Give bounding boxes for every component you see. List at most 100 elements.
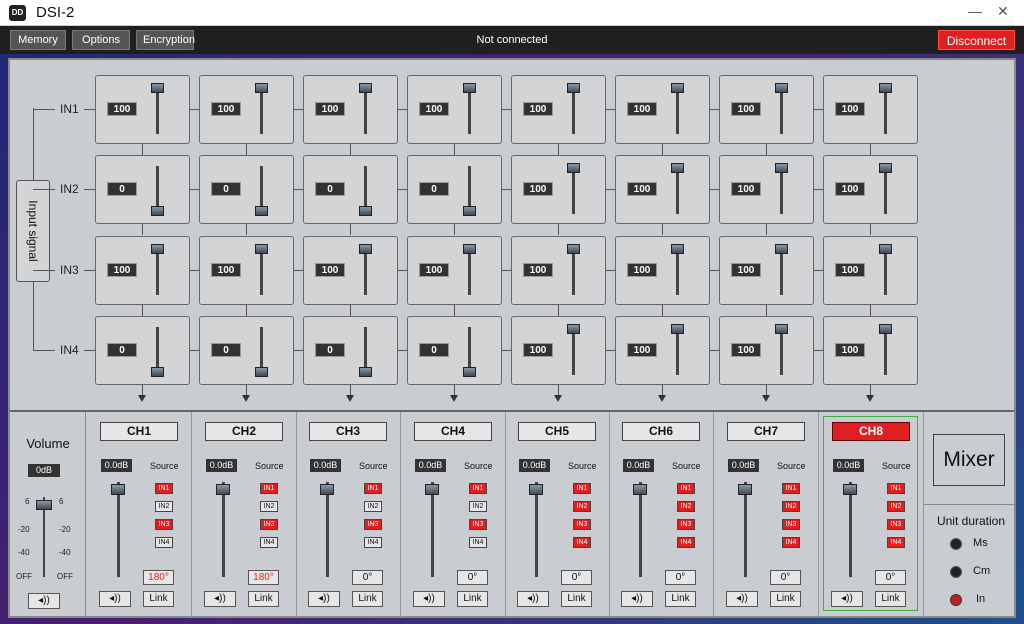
- gain-slider-knob[interactable]: [879, 324, 892, 334]
- gain-slider-knob[interactable]: [775, 163, 788, 173]
- gain-slider-track[interactable]: [156, 86, 159, 134]
- source-in1-button[interactable]: IN1: [677, 483, 695, 494]
- source-in1-button[interactable]: IN1: [155, 483, 173, 494]
- speaker-icon[interactable]: ◂)): [204, 591, 236, 607]
- source-in2-button[interactable]: IN2: [155, 501, 173, 512]
- gain-slider-knob[interactable]: [671, 163, 684, 173]
- gain-slider-knob[interactable]: [567, 163, 580, 173]
- gain-slider-track[interactable]: [780, 86, 783, 134]
- phase-button[interactable]: 180°: [248, 570, 279, 585]
- gain-slider-knob[interactable]: [775, 83, 788, 93]
- source-in2-button[interactable]: IN2: [364, 501, 382, 512]
- channel-fader-track[interactable]: [431, 482, 434, 577]
- channel-fader-track[interactable]: [117, 482, 120, 577]
- gain-slider-knob[interactable]: [671, 324, 684, 334]
- gain-slider-track[interactable]: [364, 86, 367, 134]
- gain-slider-track[interactable]: [780, 327, 783, 375]
- link-button[interactable]: Link: [457, 591, 488, 607]
- phase-button[interactable]: 0°: [665, 570, 696, 585]
- gain-slider-knob[interactable]: [359, 367, 372, 377]
- gain-slider-track[interactable]: [572, 247, 575, 295]
- gain-slider-track[interactable]: [884, 166, 887, 214]
- source-in3-button[interactable]: IN3: [677, 519, 695, 530]
- source-in4-button[interactable]: IN4: [260, 537, 278, 548]
- gain-slider-knob[interactable]: [151, 83, 164, 93]
- source-in4-button[interactable]: IN4: [782, 537, 800, 548]
- gain-slider-track[interactable]: [676, 327, 679, 375]
- gain-slider-track[interactable]: [676, 86, 679, 134]
- phase-button[interactable]: 0°: [875, 570, 906, 585]
- gain-slider-track[interactable]: [260, 247, 263, 295]
- link-button[interactable]: Link: [665, 591, 696, 607]
- channel-fader-knob[interactable]: [320, 484, 334, 495]
- source-in3-button[interactable]: IN3: [364, 519, 382, 530]
- channel-button-ch3[interactable]: CH3: [309, 422, 387, 441]
- gain-slider-track[interactable]: [780, 247, 783, 295]
- channel-button-ch4[interactable]: CH4: [414, 422, 492, 441]
- source-in1-button[interactable]: IN1: [573, 483, 591, 494]
- gain-slider-knob[interactable]: [567, 83, 580, 93]
- channel-fader-track[interactable]: [222, 482, 225, 577]
- phase-button[interactable]: 0°: [457, 570, 488, 585]
- channel-fader-track[interactable]: [326, 482, 329, 577]
- gain-slider-track[interactable]: [260, 86, 263, 134]
- source-in3-button[interactable]: IN3: [260, 519, 278, 530]
- gain-slider-knob[interactable]: [671, 83, 684, 93]
- gain-slider-knob[interactable]: [567, 244, 580, 254]
- phase-button[interactable]: 0°: [770, 570, 801, 585]
- channel-fader-knob[interactable]: [111, 484, 125, 495]
- gain-slider-knob[interactable]: [463, 367, 476, 377]
- unit-radio-ms[interactable]: [950, 538, 962, 550]
- gain-slider-knob[interactable]: [359, 244, 372, 254]
- speaker-icon[interactable]: ◂)): [413, 591, 445, 607]
- speaker-icon[interactable]: ◂)): [831, 591, 863, 607]
- gain-slider-track[interactable]: [156, 247, 159, 295]
- gain-slider-knob[interactable]: [359, 83, 372, 93]
- source-in1-button[interactable]: IN1: [364, 483, 382, 494]
- source-in2-button[interactable]: IN2: [887, 501, 905, 512]
- source-in3-button[interactable]: IN3: [155, 519, 173, 530]
- channel-fader-knob[interactable]: [216, 484, 230, 495]
- gain-slider-knob[interactable]: [775, 244, 788, 254]
- source-in4-button[interactable]: IN4: [677, 537, 695, 548]
- speaker-icon[interactable]: ◂)): [28, 593, 60, 609]
- speaker-icon[interactable]: ◂)): [621, 591, 653, 607]
- source-in1-button[interactable]: IN1: [887, 483, 905, 494]
- gain-slider-track[interactable]: [572, 166, 575, 214]
- channel-fader-track[interactable]: [535, 482, 538, 577]
- source-in1-button[interactable]: IN1: [782, 483, 800, 494]
- gain-slider-knob[interactable]: [151, 206, 164, 216]
- gain-slider-knob[interactable]: [151, 367, 164, 377]
- speaker-icon[interactable]: ◂)): [308, 591, 340, 607]
- gain-slider-knob[interactable]: [151, 244, 164, 254]
- channel-button-ch5[interactable]: CH5: [518, 422, 596, 441]
- link-button[interactable]: Link: [352, 591, 383, 607]
- channel-fader-knob[interactable]: [738, 484, 752, 495]
- speaker-icon[interactable]: ◂)): [726, 591, 758, 607]
- source-in2-button[interactable]: IN2: [677, 501, 695, 512]
- minimize-button[interactable]: —: [968, 3, 982, 19]
- close-button[interactable]: ✕: [997, 3, 1009, 20]
- channel-fader-knob[interactable]: [529, 484, 543, 495]
- gain-slider-track[interactable]: [572, 86, 575, 134]
- link-button[interactable]: Link: [143, 591, 174, 607]
- unit-radio-in[interactable]: [950, 594, 962, 606]
- volume-slider-knob[interactable]: [36, 500, 52, 510]
- gain-slider-knob[interactable]: [359, 206, 372, 216]
- source-in4-button[interactable]: IN4: [364, 537, 382, 548]
- gain-slider-knob[interactable]: [671, 244, 684, 254]
- speaker-icon[interactable]: ◂)): [517, 591, 549, 607]
- source-in4-button[interactable]: IN4: [573, 537, 591, 548]
- channel-fader-knob[interactable]: [843, 484, 857, 495]
- gain-slider-knob[interactable]: [567, 324, 580, 334]
- gain-slider-knob[interactable]: [463, 244, 476, 254]
- gain-slider-track[interactable]: [364, 247, 367, 295]
- disconnect-button[interactable]: Disconnect: [938, 30, 1015, 50]
- channel-fader-track[interactable]: [639, 482, 642, 577]
- speaker-icon[interactable]: ◂)): [99, 591, 131, 607]
- channel-button-ch2[interactable]: CH2: [205, 422, 283, 441]
- gain-slider-knob[interactable]: [879, 244, 892, 254]
- phase-button[interactable]: 0°: [561, 570, 592, 585]
- gain-slider-track[interactable]: [468, 86, 471, 134]
- gain-slider-track[interactable]: [780, 166, 783, 214]
